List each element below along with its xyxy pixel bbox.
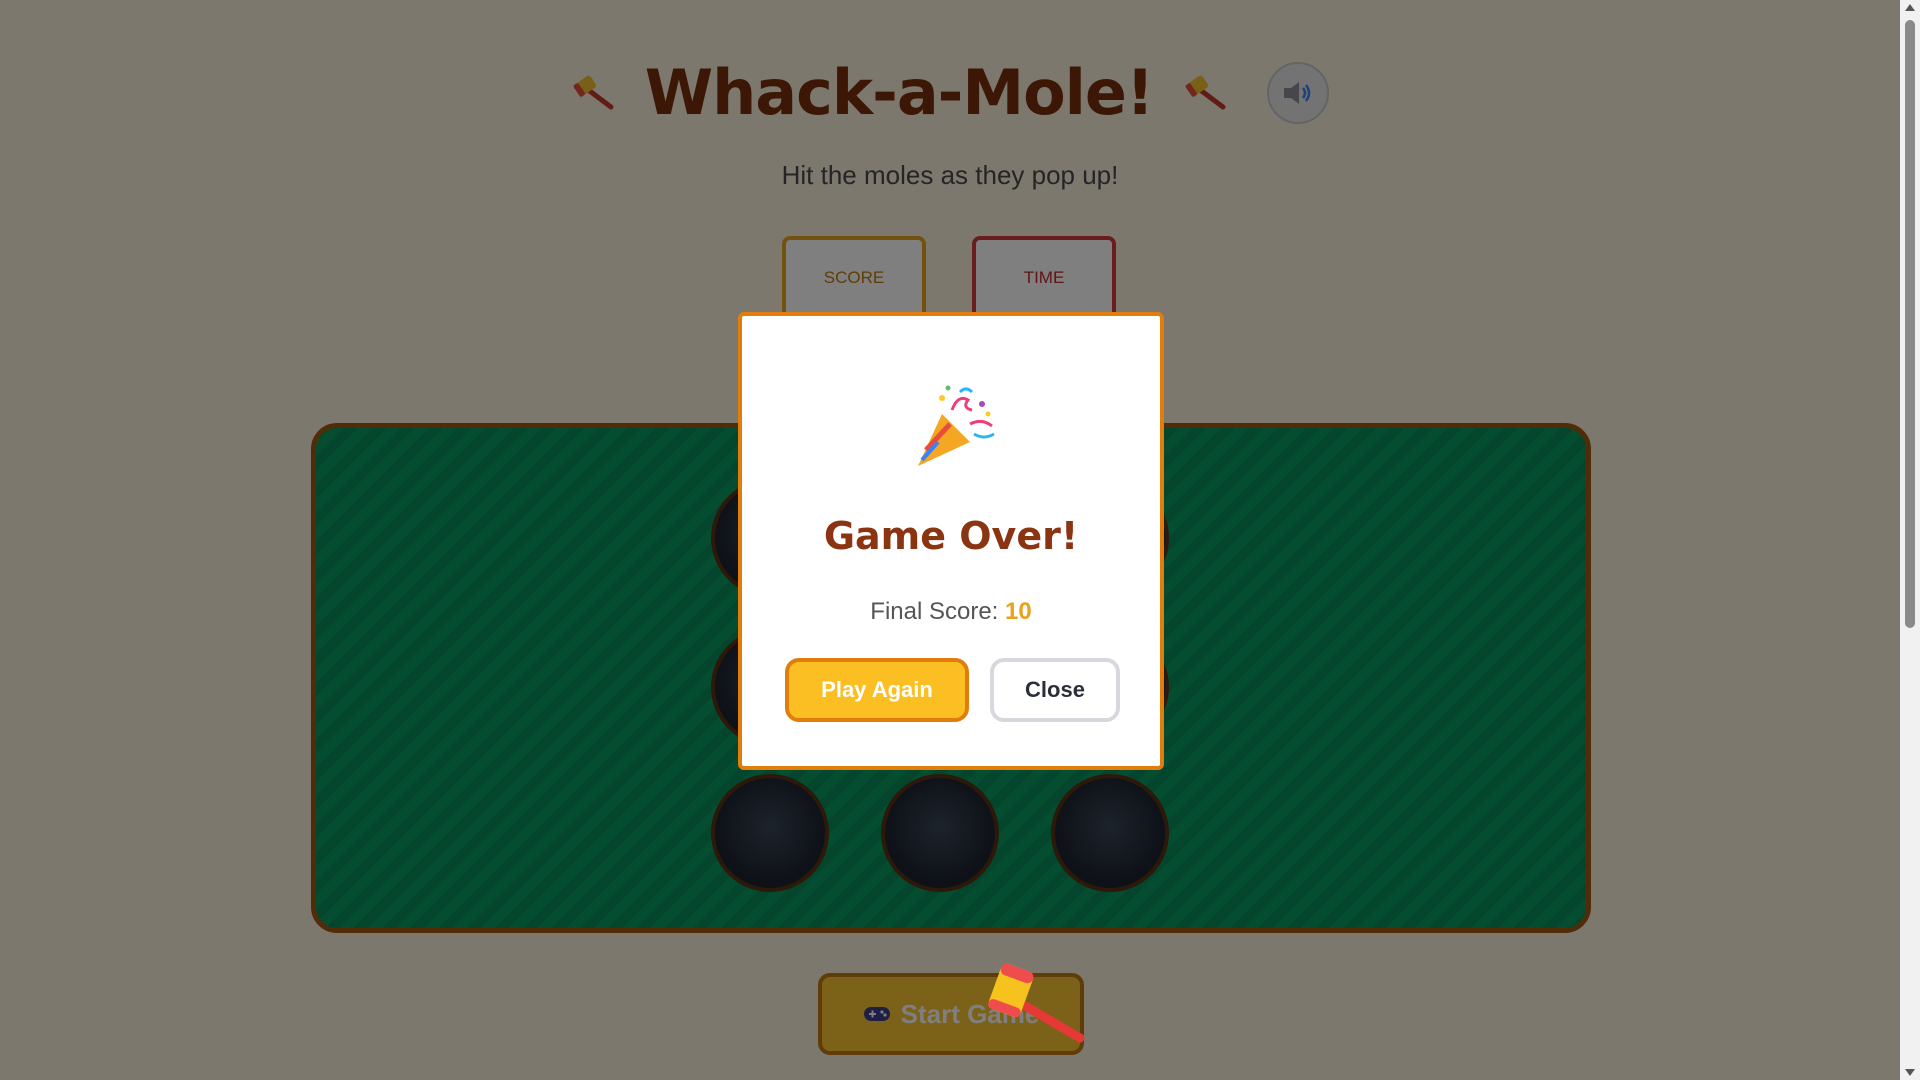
play-again-button[interactable]: Play Again: [785, 658, 969, 722]
scroll-down-arrow-icon[interactable]: [1905, 1069, 1915, 1076]
scroll-thumb[interactable]: [1905, 20, 1915, 628]
dialog-title: Game Over!: [823, 514, 1079, 558]
final-score-value: 10: [1005, 598, 1032, 625]
close-button[interactable]: Close: [990, 658, 1120, 722]
final-score-label: Final Score:: [870, 598, 999, 625]
scroll-up-arrow-icon[interactable]: [1905, 4, 1915, 11]
game-over-dialog: Game Over! Final Score: 10 Play Again Cl…: [738, 312, 1164, 770]
page-scrollbar[interactable]: [1900, 0, 1920, 1080]
hammer-cursor-icon: [988, 963, 1085, 1043]
party-popper-icon: [918, 385, 995, 466]
final-score: Final Score: 10: [742, 598, 1160, 626]
